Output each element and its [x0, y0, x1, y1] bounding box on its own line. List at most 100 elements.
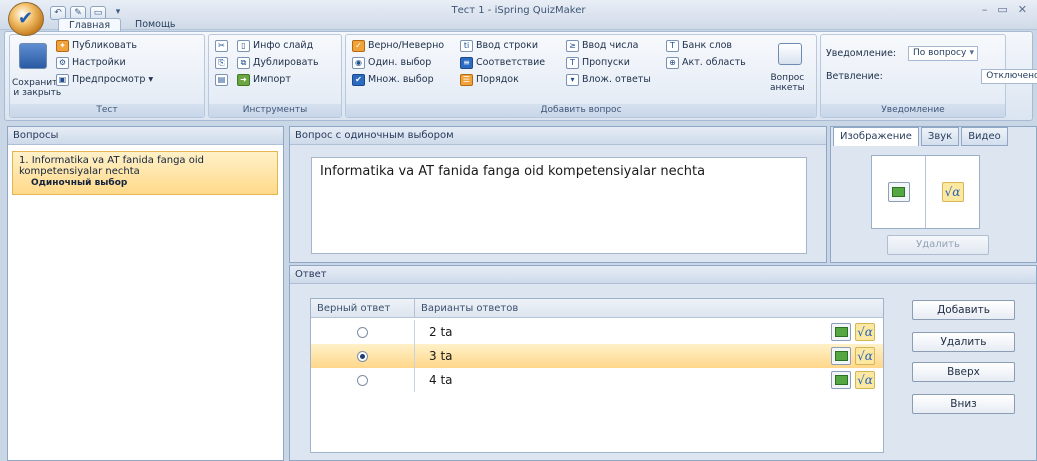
gaps-icon: T	[566, 57, 579, 69]
tab-video[interactable]: Видео	[961, 127, 1008, 146]
media-tabs: Изображение Звук Видео	[831, 127, 1037, 146]
preview-button[interactable]: ▣ Предпросмотр ▾	[56, 73, 153, 87]
question-list-item[interactable]: 1. Informatika va AT fanida fanga oid ko…	[12, 151, 278, 195]
answer-table: Верный ответ Варианты ответов 2 ta √α 3 …	[310, 298, 884, 453]
answer-text[interactable]: 3 ta	[415, 349, 831, 363]
formula-icon[interactable]: √α	[855, 371, 875, 389]
preview-icon: ▣	[56, 74, 69, 86]
number-icon: ≥	[566, 40, 579, 52]
add-answer-button[interactable]: Добавить	[912, 300, 1015, 320]
correct-radio[interactable]	[357, 374, 368, 386]
matching-icon: ≡	[460, 57, 473, 69]
ribbon: Сохранить и закрыть ✦ Публиковать ⚙ Настро…	[4, 31, 1037, 121]
slide-icon: ▯	[237, 40, 250, 52]
media-delete-button[interactable]: Удалить	[887, 235, 989, 255]
duplicate-button[interactable]: ⧉ Дублировать	[237, 56, 319, 70]
order-icon: ☰	[460, 74, 473, 86]
group-label: Уведомление	[821, 104, 1005, 117]
correct-radio[interactable]	[357, 350, 368, 362]
branching-dropdown[interactable]: Отключено	[981, 69, 1037, 84]
duplicate-icon: ⧉	[237, 57, 250, 69]
image-icon[interactable]	[831, 323, 851, 341]
tab-sound[interactable]: Звук	[920, 127, 960, 146]
formula-icon[interactable]: √α	[855, 323, 875, 341]
true-false-icon: ✓	[352, 40, 365, 52]
survey-icon	[778, 43, 802, 65]
answer-text[interactable]: 2 ta	[415, 325, 831, 339]
matching-button[interactable]: ≡ Соответствие	[460, 56, 545, 70]
table-row[interactable]: 4 ta √α	[311, 368, 883, 392]
media-box: √α	[871, 155, 980, 229]
single-choice-button[interactable]: ◉ Один. выбор	[352, 56, 431, 70]
maximize-icon[interactable]: ▭	[997, 3, 1007, 16]
tab-home[interactable]: Главная	[58, 18, 122, 32]
move-down-button[interactable]: Вниз	[912, 394, 1015, 414]
hotspot-icon: ⊕	[666, 57, 679, 69]
table-row[interactable]: 2 ta √α	[311, 320, 883, 344]
settings-button[interactable]: ⚙ Настройки	[56, 56, 126, 70]
tab-help[interactable]: Помощь	[125, 18, 185, 32]
word-bank-button[interactable]: T Банк слов	[666, 39, 732, 53]
import-icon: ➜	[237, 74, 250, 86]
window-controls: – ▭ ✕	[982, 3, 1027, 16]
tab-image[interactable]: Изображение	[833, 127, 919, 146]
word-bank-icon: T	[666, 40, 679, 52]
ribbon-tabs: Главная Помощь	[58, 18, 186, 32]
info-slide-button[interactable]: ▯ Инфо слайд	[237, 39, 313, 53]
publish-button[interactable]: ✦ Публиковать	[56, 39, 137, 53]
question-text-input[interactable]: Informatika va AT fanida fanga oid kompe…	[311, 157, 807, 254]
app-menu-button[interactable]	[8, 2, 44, 36]
questions-panel-title: Вопросы	[8, 127, 283, 145]
answer-table-header: Верный ответ Варианты ответов	[311, 299, 883, 318]
nested-answers-button[interactable]: ▾ Влож. ответы	[566, 73, 651, 87]
save-close-button[interactable]: Сохранить и закрыть	[12, 75, 63, 101]
multi-choice-button[interactable]: ✔ Множ. выбор	[352, 73, 434, 87]
checkbox-icon: ✔	[352, 74, 365, 86]
question-panel-title: Вопрос с одиночным выбором	[290, 127, 826, 145]
ribbon-group-notification: Уведомление: По вопросу Ветвление: Отклю…	[820, 34, 1037, 118]
text-input-icon: ti	[460, 40, 473, 52]
radio-icon: ◉	[352, 57, 365, 69]
paste-icon[interactable]: ▤	[215, 74, 228, 86]
chevron-down-icon: ▾	[148, 74, 154, 85]
import-button[interactable]: ➜ Импорт	[237, 73, 291, 87]
string-input-button[interactable]: ti Ввод строки	[460, 39, 538, 53]
save-icon	[19, 43, 47, 69]
number-input-button[interactable]: ≥ Ввод числа	[566, 39, 638, 53]
order-button[interactable]: ☰ Порядок	[460, 73, 519, 87]
correct-radio[interactable]	[357, 326, 368, 338]
close-icon[interactable]: ✕	[1018, 3, 1027, 16]
questions-panel: Вопросы 1. Informatika va AT fanida fang…	[7, 126, 284, 461]
image-icon[interactable]	[831, 347, 851, 365]
question-item-type: Одиночный выбор	[31, 178, 128, 188]
answer-panel: Ответ Верный ответ Варианты ответов 2 ta…	[289, 265, 1037, 461]
ribbon-group-add-question: ✓ Верно/Неверно ◉ Один. выбор ✔ Множ. выбор…	[345, 34, 817, 118]
copy-icon[interactable]: ⎘	[215, 57, 228, 69]
hotspot-button[interactable]: ⊕ Акт. область	[666, 56, 746, 70]
ribbon-group-tools: ✂ ⎘ ▤ ▯ Инфо слайд ⧉ Дублировать ➜ Импорт И…	[208, 34, 342, 118]
question-item-text: 1. Informatika va AT fanida fanga oid ko…	[19, 155, 204, 177]
survey-question-button[interactable]: Вопрос анкеты	[770, 71, 812, 95]
answer-text[interactable]: 4 ta	[415, 373, 831, 387]
media-panel: Изображение Звук Видео √α Удалить	[830, 126, 1037, 263]
column-correct: Верный ответ	[311, 299, 415, 317]
minimize-icon[interactable]: –	[982, 3, 988, 16]
notification-dropdown[interactable]: По вопросу	[908, 46, 978, 61]
move-up-button[interactable]: Вверх	[912, 362, 1015, 382]
add-formula-cell[interactable]: √α	[926, 156, 979, 228]
gaps-button[interactable]: T Пропуски	[566, 56, 630, 70]
cut-icon[interactable]: ✂	[215, 40, 228, 52]
table-row[interactable]: 3 ta √α	[311, 344, 883, 368]
answer-panel-title: Ответ	[290, 266, 1036, 284]
column-options: Варианты ответов	[421, 303, 519, 314]
delete-answer-button[interactable]: Удалить	[912, 332, 1015, 352]
true-false-button[interactable]: ✓ Верно/Неверно	[352, 39, 444, 53]
group-label: Инструменты	[209, 104, 341, 117]
publish-icon: ✦	[56, 40, 69, 52]
formula-icon: √α	[941, 182, 964, 202]
formula-icon[interactable]: √α	[855, 347, 875, 365]
group-label: Тест	[10, 104, 204, 117]
image-icon[interactable]	[831, 371, 851, 389]
gear-icon: ⚙	[56, 57, 69, 69]
add-image-cell[interactable]	[872, 156, 926, 228]
